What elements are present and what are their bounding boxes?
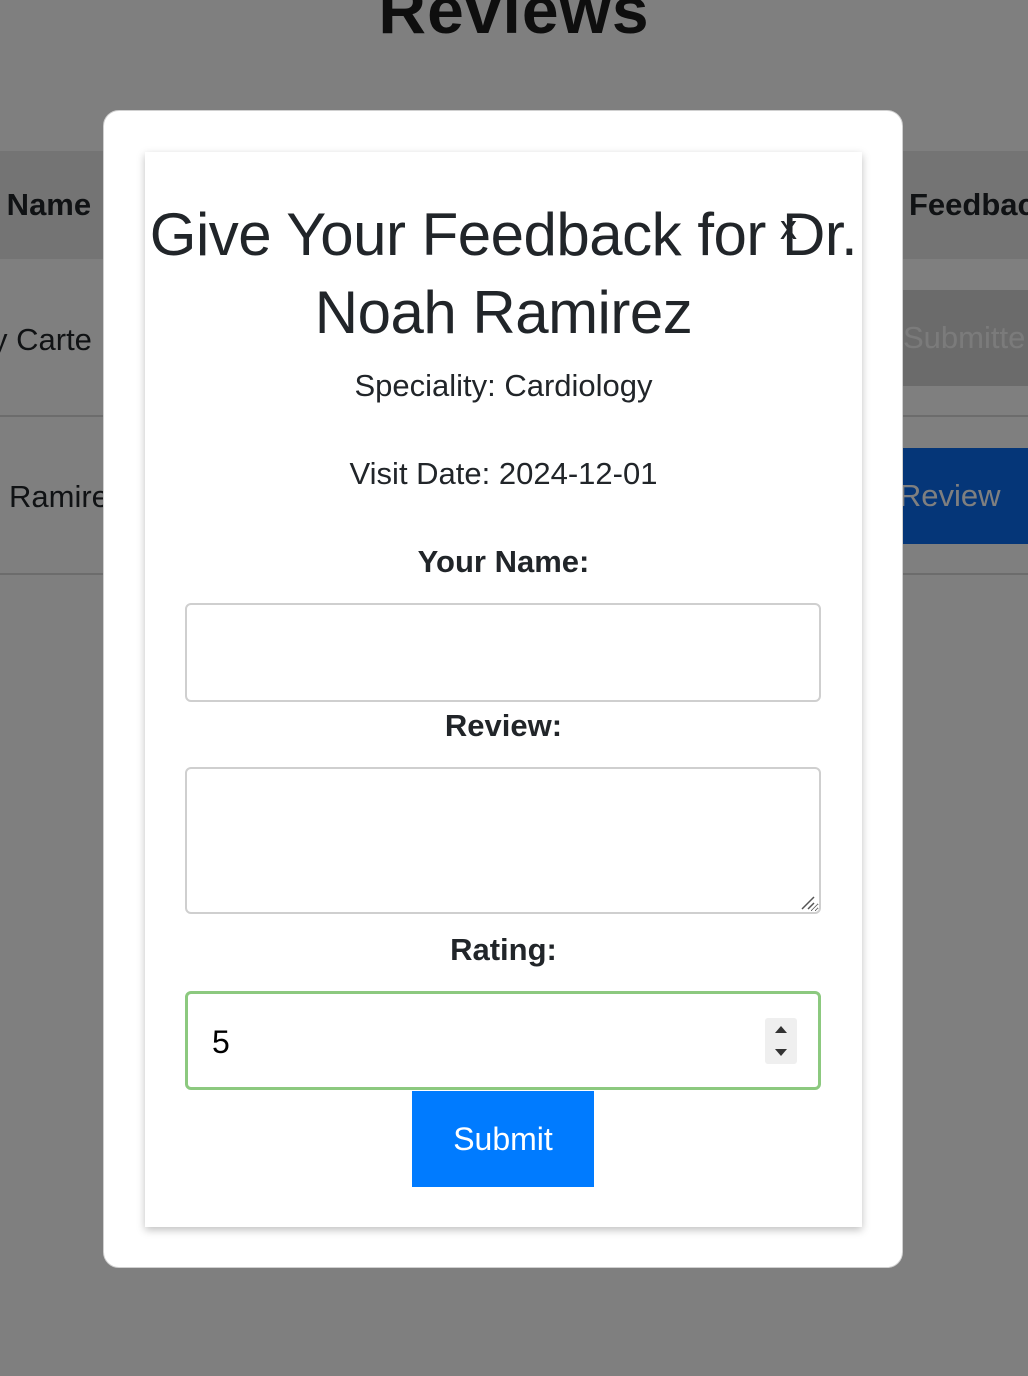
name-input[interactable] (185, 603, 821, 702)
modal-title: Give Your Feedback for Dr. Noah Ramirez (149, 201, 858, 346)
name-label: Your Name: (417, 544, 590, 579)
spinner-down-icon[interactable] (765, 1041, 797, 1064)
spinner-up-icon[interactable] (765, 1018, 797, 1041)
rating-value: 5 (212, 1024, 230, 1060)
close-button[interactable]: x (780, 208, 797, 248)
rating-spinner[interactable] (765, 1018, 797, 1064)
resize-grip-icon[interactable] (799, 894, 815, 910)
submit-button[interactable]: Submit (412, 1091, 594, 1187)
rating-input[interactable]: 5 (185, 991, 821, 1090)
review-label: Review: (444, 708, 563, 743)
review-textarea[interactable] (185, 767, 821, 914)
speciality-text: Speciality: Cardiology (354, 368, 653, 403)
page: Reviews r Name Feedbac y Carte Submitte … (0, 0, 1028, 1376)
feedback-modal: Give Your Feedback for Dr. Noah Ramirez … (103, 110, 903, 1268)
rating-label: Rating: (450, 932, 557, 967)
visit-date-text: Visit Date: 2024-12-01 (349, 456, 658, 491)
feedback-card: Give Your Feedback for Dr. Noah Ramirez … (145, 152, 862, 1227)
